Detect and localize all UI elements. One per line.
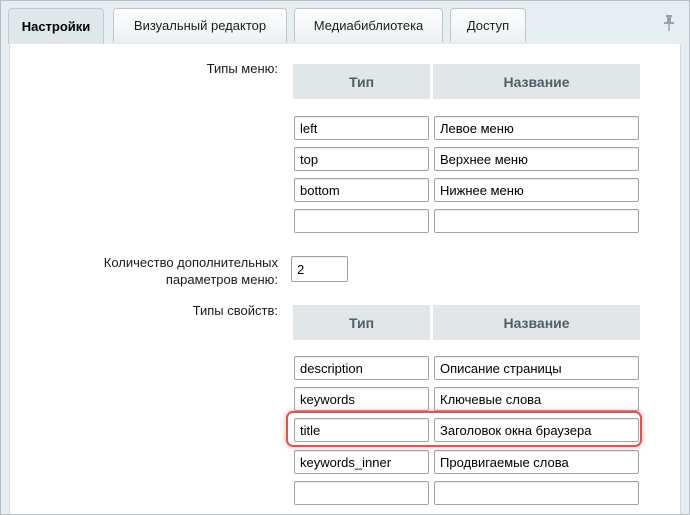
- menu-name-input-top[interactable]: [434, 147, 639, 171]
- property-type-input-empty[interactable]: [294, 481, 429, 505]
- property-name-input-description[interactable]: [434, 356, 639, 380]
- property-name-input-keywords-inner[interactable]: [434, 450, 639, 474]
- menu-types-col-name: Название: [433, 64, 640, 99]
- property-type-input-title[interactable]: [294, 418, 429, 442]
- tab-visual-editor[interactable]: Визуальный редактор: [113, 8, 287, 42]
- extra-params-label: Количество дополнительных параметров мен…: [10, 254, 278, 288]
- property-type-input-description[interactable]: [294, 356, 429, 380]
- menu-type-input-empty[interactable]: [294, 209, 429, 233]
- property-type-input-keywords-inner[interactable]: [294, 450, 429, 474]
- menu-name-input-bottom[interactable]: [434, 178, 639, 202]
- pin-icon[interactable]: [663, 15, 675, 31]
- extra-params-label-line1: Количество дополнительных: [103, 255, 278, 270]
- settings-window: Настройки Визуальный редактор Медиабибли…: [0, 0, 690, 515]
- property-type-input-keywords[interactable]: [294, 387, 429, 411]
- menu-name-input-left[interactable]: [434, 116, 639, 140]
- settings-panel: Типы меню: Тип Название Количество допол…: [9, 44, 681, 514]
- property-name-input-title[interactable]: [434, 418, 639, 442]
- property-name-input-empty[interactable]: [434, 481, 639, 505]
- tab-access[interactable]: Доступ: [450, 8, 526, 42]
- property-types-label: Типы свойств:: [192, 303, 278, 318]
- property-types-col-type: Тип: [293, 305, 430, 340]
- extra-params-count-input[interactable]: [291, 256, 348, 282]
- menu-types-col-type: Тип: [293, 64, 430, 99]
- menu-type-input-top[interactable]: [294, 147, 429, 171]
- property-types-col-name: Название: [433, 305, 640, 340]
- menu-types-label: Типы меню:: [206, 61, 278, 76]
- tab-media-library[interactable]: Медиабиблиотека: [294, 8, 443, 42]
- menu-name-input-empty[interactable]: [434, 209, 639, 233]
- menu-type-input-left[interactable]: [294, 116, 429, 140]
- tab-settings[interactable]: Настройки: [8, 8, 104, 44]
- extra-params-label-line2: параметров меню:: [165, 272, 278, 287]
- tab-bar: Настройки Визуальный редактор Медиабибли…: [1, 1, 689, 44]
- property-name-input-keywords[interactable]: [434, 387, 639, 411]
- menu-type-input-bottom[interactable]: [294, 178, 429, 202]
